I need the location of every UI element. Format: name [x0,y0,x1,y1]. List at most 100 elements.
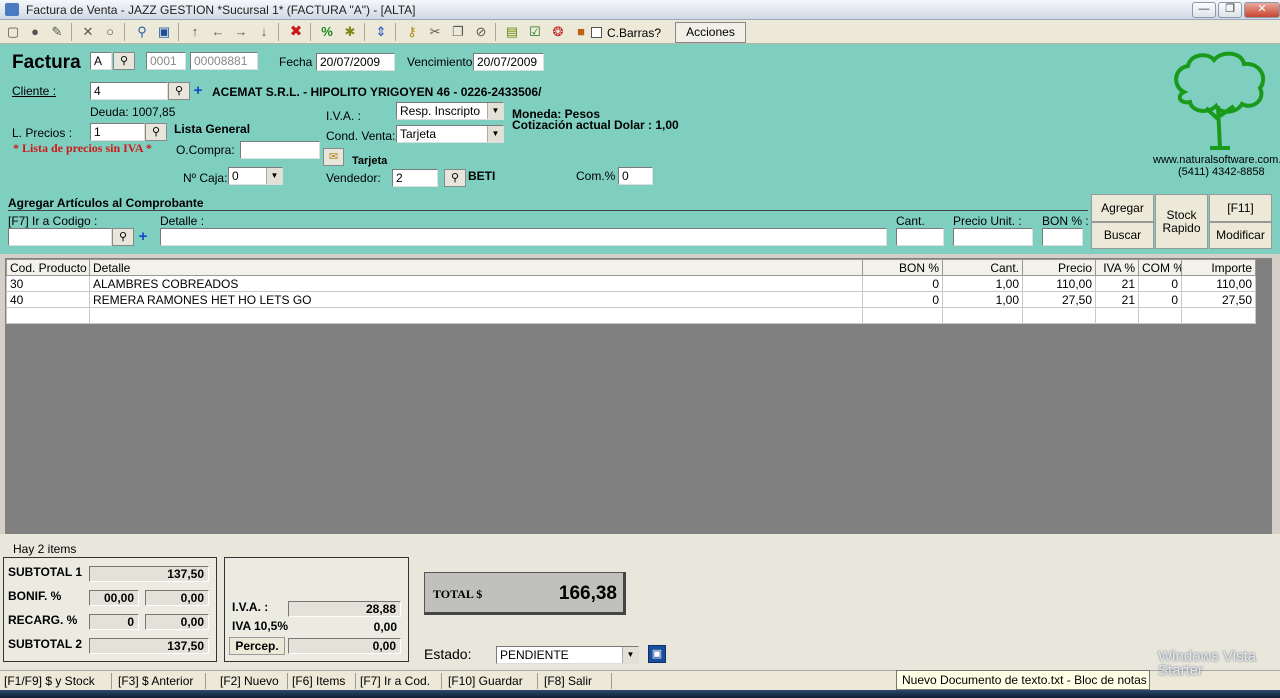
maximize-button[interactable]: ❐ [1218,2,1242,18]
agregar-button[interactable]: Agregar [1091,194,1154,222]
search-icon[interactable]: ⚲ [132,23,152,41]
percent-icon[interactable]: % [317,23,337,41]
col-bon[interactable]: BON % [862,259,943,276]
comision-field[interactable]: 0 [618,167,653,185]
cond-venta-select[interactable]: Tarjeta ▼ [396,125,504,143]
iva-label: I.V.A. : [326,109,361,123]
chevron-down-icon[interactable]: ▼ [487,103,503,119]
prev-record-icon[interactable]: ← [208,23,228,41]
print-icon[interactable]: ▤ [502,23,522,41]
cant-input[interactable] [896,228,944,246]
lista-precios-field[interactable]: 1 [90,123,145,141]
tarjeta-label: Tarjeta [352,155,388,167]
table-row-empty[interactable] [6,307,1256,324]
exit-icon[interactable]: ■ [571,23,591,41]
precio-input[interactable] [953,228,1033,246]
fkey-nuevo[interactable]: [F2] Nuevo [216,673,288,689]
cliente-code-field[interactable]: 4 [90,82,168,100]
iva-select[interactable]: Resp. Inscripto ▼ [396,102,504,120]
doc-type-title: Factura [12,52,81,73]
cancel-icon[interactable]: ✖ [286,23,306,41]
barcode-checkbox[interactable] [591,27,602,38]
grid-header-row: Cod. Producto Detalle BON % Cant. Precio… [6,259,1256,276]
cell-cant: 1,00 [942,275,1023,292]
vendedor-search-button[interactable]: ⚲ [444,169,466,187]
iva-total-value: 28,88 [288,601,401,617]
scissors-icon[interactable]: ✂ [425,23,445,41]
percep-value: 0,00 [288,638,401,654]
bon-input[interactable] [1042,228,1083,246]
recarg-pct-field[interactable]: 0 [89,614,139,630]
ocompra-field[interactable] [240,141,320,159]
chevron-down-icon[interactable]: ▼ [622,647,638,663]
delete-icon[interactable]: ✕ [78,23,98,41]
doc-search-button[interactable]: ⚲ [113,52,135,70]
fecha-field[interactable]: 20/07/2009 [316,53,395,71]
open-icon[interactable]: ● [25,23,45,41]
copy-icon[interactable]: ❐ [448,23,468,41]
modificar-button[interactable]: Modificar [1209,222,1272,249]
first-record-icon[interactable]: ↑ [185,23,205,41]
vencimiento-field[interactable]: 20/07/2009 [473,53,544,71]
new-doc-icon[interactable]: ▢ [3,23,23,41]
save-estado-icon[interactable]: ▣ [648,645,666,663]
buscar-button[interactable]: Buscar [1091,222,1154,249]
table-row[interactable]: 40 REMERA RAMONES HET HO LETS GO 0 1,00 … [6,291,1256,308]
fkey-anterior[interactable]: [F3] $ Anterior [114,673,206,689]
last-record-icon[interactable]: ↓ [254,23,274,41]
edit-icon[interactable]: ✎ [47,23,67,41]
comision-label: Com.% : [576,169,623,183]
lista-precios-search-button[interactable]: ⚲ [145,123,167,141]
bonif-value: 0,00 [145,590,209,606]
estado-select[interactable]: PENDIENTE ▼ [496,646,639,664]
minimize-button[interactable]: — [1192,2,1216,18]
ocompra-button[interactable]: ✉ [323,148,344,166]
chevron-down-icon[interactable]: ▼ [487,126,503,142]
fkey-guardar[interactable]: [F10] Guardar [444,673,538,689]
col-iva[interactable]: IVA % [1095,259,1139,276]
disabled-icon[interactable]: ⊘ [471,23,491,41]
price-list-warning: * Lista de precios sin IVA * [13,141,152,155]
col-importe[interactable]: Importe [1181,259,1256,276]
col-detalle[interactable]: Detalle [89,259,863,276]
add-articulo-icon[interactable]: + [135,229,151,245]
undo-icon[interactable]: ○ [100,23,120,41]
sort-icon[interactable]: ⇕ [371,23,391,41]
checklist-icon[interactable]: ☑ [525,23,545,41]
acciones-button[interactable]: Acciones [675,22,746,43]
items-count: Hay 2 items [13,542,77,556]
percep-button[interactable]: Percep. [229,637,285,655]
stock-rapido-button[interactable]: Stock Rapido [1155,194,1208,249]
save-icon[interactable]: ▣ [154,23,174,41]
add-cliente-icon[interactable]: + [190,83,206,99]
doc-letter-field[interactable]: A [90,52,112,70]
col-precio[interactable]: Precio [1022,259,1096,276]
bonif-pct-field[interactable]: 00,00 [89,590,139,606]
col-cant[interactable]: Cant. [942,259,1023,276]
chevron-down-icon[interactable]: ▼ [266,168,282,184]
punto-venta-field[interactable]: 0001 [146,52,186,70]
codigo-input[interactable] [8,228,112,246]
borrar-button[interactable]: [F11] Borrar [1209,194,1272,241]
col-cod-producto[interactable]: Cod. Producto [6,259,90,276]
settings-icon[interactable]: ❂ [548,23,568,41]
close-button[interactable]: ✕ [1244,2,1280,18]
fkey-ir-cod[interactable]: [F7] Ir a Cod. [356,673,442,689]
fkey-salir[interactable]: [F8] Salir [540,673,612,689]
discount-icon[interactable]: ✱ [340,23,360,41]
fkey-items[interactable]: [F6] Items [288,673,356,689]
invoice-number-field[interactable]: 00008881 [190,52,258,70]
cell-iva: 21 [1095,275,1139,292]
table-row[interactable]: 30 ALAMBRES COBREADOS 0 1,00 110,00 21 0… [6,275,1256,292]
fkey-stock[interactable]: [F1/F9] $ y Stock [0,673,112,689]
next-record-icon[interactable]: → [231,23,251,41]
key-icon[interactable]: ⚷ [402,23,422,41]
cliente-search-button[interactable]: ⚲ [168,82,190,100]
cond-venta-select-value: Tarjeta [400,127,437,141]
caja-select[interactable]: 0 ▼ [228,167,283,185]
vendedor-code-field[interactable]: 2 [392,169,438,187]
toolbar-separator [178,23,179,41]
col-com[interactable]: COM % [1138,259,1182,276]
detalle-input[interactable] [160,228,887,246]
codigo-search-button[interactable]: ⚲ [112,228,134,246]
